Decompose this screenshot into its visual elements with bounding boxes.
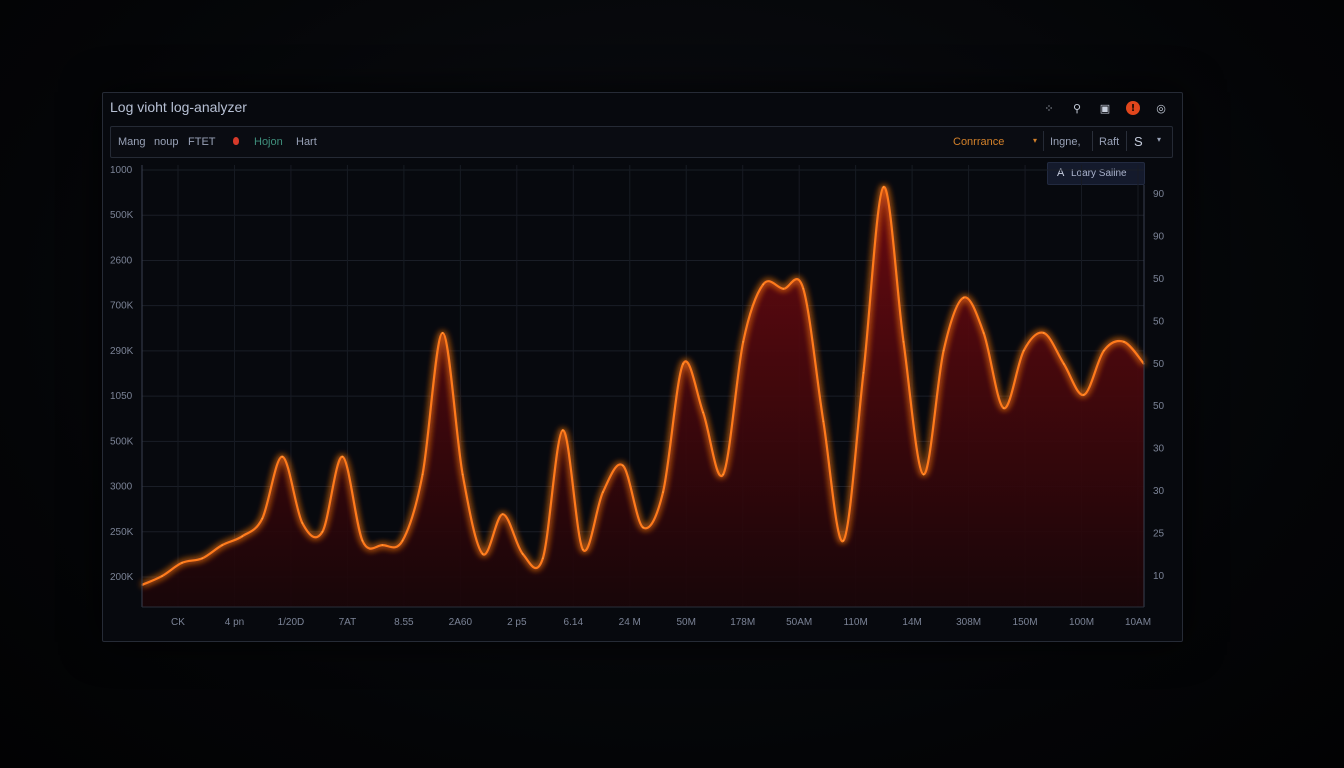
left-axis-tick-label: 2600 — [110, 255, 133, 266]
series-point — [1103, 349, 1105, 352]
x-axis-tick-label: 150M — [1013, 617, 1038, 628]
series-area — [142, 186, 1144, 608]
x-axis-tick-label: 50M — [677, 617, 696, 628]
series-point — [882, 186, 885, 188]
x-axis-tick-label: 1/20D — [278, 617, 305, 628]
left-axis-tick-label: 200K — [110, 572, 134, 583]
right-axis-tick-label: 10 — [1153, 571, 1165, 582]
x-axis-tick-label: 50AM — [786, 617, 812, 628]
x-axis-tick-label: 8.55 — [394, 617, 414, 628]
x-axis-tick-label: 14M — [902, 617, 921, 628]
x-axis-tick-label: 24 M — [619, 617, 641, 628]
left-axis-tick-label: 1050 — [110, 391, 133, 402]
series-point — [381, 544, 384, 546]
right-axis-tick-label: 50 — [1153, 274, 1165, 285]
series-point — [642, 526, 644, 529]
right-axis-tick-label: 25 — [1153, 529, 1165, 540]
x-axis-labels: CK 4 pn 1/20D 7AT 8.55 2A60 2 p5 6.14 24 M 50M 178… — [171, 617, 1151, 628]
series-point — [321, 531, 324, 533]
series-point — [461, 473, 464, 476]
series-point — [361, 539, 364, 542]
left-axis-tick-label: 500K — [110, 210, 134, 221]
left-axis-tick-label: 500K — [110, 436, 134, 447]
series-point — [1043, 332, 1045, 334]
series-point — [161, 575, 163, 577]
series-point — [401, 539, 404, 542]
x-axis-tick-label: 2 p5 — [507, 617, 527, 628]
series-point — [1022, 349, 1025, 352]
series-point — [261, 517, 264, 520]
x-axis-tick-label: 2A60 — [449, 617, 473, 628]
chart-area: 1000500K2600700K290K1050500K3000250K200K… — [110, 165, 1165, 628]
series-point — [682, 363, 684, 365]
series-point — [1063, 363, 1065, 365]
series-point — [722, 473, 724, 476]
series-point — [942, 349, 945, 352]
series-point — [181, 562, 183, 564]
x-axis-tick-label: CK — [171, 617, 185, 628]
series-point — [962, 296, 965, 299]
series-point — [862, 371, 865, 374]
series-point — [762, 283, 765, 286]
left-axis-tick-label: 250K — [110, 527, 134, 538]
series-point — [301, 522, 304, 524]
series-point — [822, 420, 825, 423]
x-axis-tick-label: 10AM — [1125, 617, 1151, 628]
left-axis-tick-label: 290K — [110, 346, 134, 357]
series-point — [241, 535, 243, 538]
series-point — [542, 557, 544, 560]
x-axis-tick-label: 100M — [1069, 617, 1094, 628]
series-point — [441, 332, 444, 334]
series-point — [1123, 341, 1125, 343]
series-point — [902, 341, 905, 343]
x-axis-tick-label: 4 pn — [225, 617, 244, 628]
series-point — [582, 548, 584, 551]
right-axis-tick-label: 50 — [1153, 316, 1165, 327]
right-axis-labels: 90 90 50 50 50 50 30 30 25 10 — [1153, 189, 1165, 582]
x-axis-tick-label: 308M — [956, 617, 981, 628]
left-axis-tick-label: 1000 — [110, 165, 133, 176]
right-axis-tick-label: 30 — [1153, 444, 1165, 455]
series-point — [982, 332, 985, 334]
series-point — [1002, 407, 1005, 409]
series-point — [622, 464, 624, 467]
series-point — [782, 287, 785, 290]
left-axis-tick-label: 700K — [110, 301, 134, 312]
right-axis-tick-label: 90 — [1153, 231, 1165, 242]
series-point — [562, 429, 564, 432]
right-axis-tick-label: 50 — [1153, 401, 1165, 412]
right-axis-tick-label: 50 — [1153, 359, 1165, 370]
series-point — [481, 553, 484, 555]
x-axis-tick-label: 6.14 — [564, 617, 584, 628]
series-point — [501, 513, 504, 515]
series-point — [742, 341, 744, 343]
analyzer-window: Log vioht log-analyzer ⁘ ⚲ ▣ ! ◎ Mang no… — [102, 92, 1183, 642]
left-axis-tick-label: 3000 — [110, 482, 133, 493]
series-point — [842, 539, 845, 542]
series-point — [662, 491, 664, 493]
x-axis-tick-label: 178M — [730, 617, 755, 628]
series-point — [602, 491, 604, 493]
left-axis-labels: 1000 500K 2600 700K 290K 1050 500K 3000 250K 200K — [110, 165, 134, 583]
series-point — [221, 544, 223, 546]
series-point — [802, 287, 805, 290]
series-point — [922, 473, 925, 476]
right-axis-tick-label: 90 — [1153, 189, 1165, 200]
series-point — [421, 473, 424, 476]
series-point — [1083, 394, 1085, 396]
series-point — [702, 411, 704, 414]
series-point — [281, 455, 284, 458]
series-point — [341, 455, 344, 458]
series-point — [521, 553, 524, 555]
right-axis-tick-label: 30 — [1153, 486, 1165, 497]
x-axis-tick-label: 110M — [844, 617, 868, 628]
series-point — [201, 557, 203, 560]
x-axis-tick-label: 7AT — [339, 617, 357, 628]
